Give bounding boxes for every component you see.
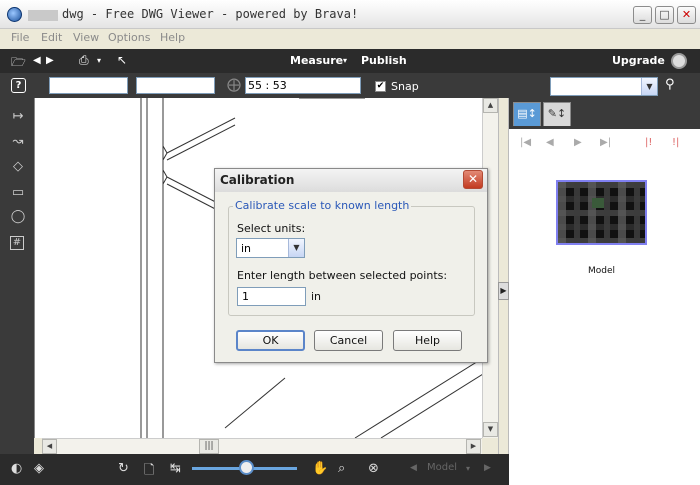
- polygon-icon[interactable]: ◇: [10, 160, 26, 174]
- layers-icon[interactable]: ◈: [34, 461, 44, 476]
- menu-edit[interactable]: Edit: [41, 31, 62, 44]
- upgrade-button[interactable]: Upgrade: [612, 54, 665, 67]
- search-icon[interactable]: ⚲: [665, 77, 675, 92]
- menu-options[interactable]: Options: [108, 31, 150, 44]
- collapse-panel-icon[interactable]: ▶: [498, 282, 509, 300]
- rectangle-icon[interactable]: ▭: [10, 186, 26, 200]
- snap-label: Snap: [391, 80, 419, 93]
- scroll-left-button[interactable]: ◀: [42, 439, 57, 454]
- measure-dropdown-icon[interactable]: ▾: [343, 56, 347, 65]
- ok-button[interactable]: OK: [236, 330, 305, 351]
- units-select[interactable]: in ▼: [236, 238, 305, 258]
- select-pointer-icon[interactable]: ↖: [117, 53, 127, 67]
- menu-view[interactable]: View: [73, 31, 99, 44]
- length-input[interactable]: [237, 287, 306, 306]
- print-dropdown-icon[interactable]: ▾: [97, 56, 101, 65]
- zoom-extents-icon[interactable]: ⊗: [368, 461, 379, 476]
- chevron-down-icon[interactable]: ▼: [288, 239, 304, 257]
- publish-button[interactable]: Publish: [361, 54, 407, 67]
- prev-markup-icon[interactable]: |!: [645, 137, 652, 148]
- first-page-icon[interactable]: |◀: [520, 137, 531, 148]
- thumbnail-detail: [592, 198, 604, 208]
- maximize-button[interactable]: □: [655, 6, 674, 24]
- measure-button[interactable]: Measure: [290, 54, 343, 67]
- filename-redacted: [28, 10, 58, 21]
- pan-hand-icon[interactable]: ✋: [312, 461, 328, 476]
- dialog-title: Calibration: [220, 173, 295, 187]
- units-value: in: [241, 242, 252, 255]
- forward-arrow-icon[interactable]: ▶: [46, 55, 54, 66]
- horizontal-scrollbar[interactable]: ◀ ||| ▶: [42, 438, 482, 454]
- title-bar: dwg - Free DWG Viewer - powered by Brava…: [0, 0, 700, 29]
- pencil-icon: ✎↕: [547, 107, 567, 120]
- last-page-icon[interactable]: ▶|: [600, 137, 611, 148]
- layout-dropdown-icon[interactable]: ▾: [466, 464, 470, 473]
- help-icon[interactable]: ?: [11, 78, 26, 93]
- fit-width-icon[interactable]: ↹: [170, 461, 181, 476]
- prev-layout-icon[interactable]: ◀: [410, 463, 417, 473]
- brava-logo-icon[interactable]: [671, 53, 687, 69]
- groupbox-legend: Calibrate scale to known length: [233, 199, 412, 212]
- left-tool-strip: ↦ ↝ ◇ ▭ ◯ #: [0, 98, 34, 454]
- scrollbar-corner: [482, 438, 498, 454]
- window-title: dwg - Free DWG Viewer - powered by Brava…: [62, 7, 359, 21]
- zoom-slider-thumb[interactable]: [238, 460, 254, 475]
- tab-pages[interactable]: ▤↕: [513, 102, 541, 126]
- minimize-button[interactable]: _: [633, 6, 652, 24]
- scroll-down-button[interactable]: ▼: [483, 422, 498, 437]
- measure-length-icon[interactable]: ↦: [10, 110, 26, 124]
- prev-page-icon[interactable]: ◀: [546, 137, 554, 148]
- next-page-icon[interactable]: ▶: [574, 137, 582, 148]
- chevron-down-icon[interactable]: ▼: [641, 78, 657, 95]
- snap-checkbox[interactable]: ✔: [375, 81, 386, 92]
- polyline-icon[interactable]: ↝: [10, 135, 26, 149]
- print-icon[interactable]: ⎙: [79, 53, 89, 68]
- page-icon[interactable]: 🗋: [144, 461, 154, 483]
- menu-file[interactable]: File: [11, 31, 29, 44]
- close-window-button[interactable]: ✕: [677, 6, 696, 24]
- circle-icon[interactable]: ◯: [10, 210, 26, 224]
- open-folder-icon[interactable]: 🗁: [11, 53, 26, 74]
- next-markup-icon[interactable]: !|: [672, 137, 679, 148]
- length-label: Enter length between selected points:: [237, 269, 448, 282]
- model-thumbnail[interactable]: [556, 180, 647, 245]
- crosshair-icon: ⨁: [227, 77, 241, 93]
- measure-field-1[interactable]: [49, 77, 128, 94]
- layout-select[interactable]: Model: [427, 462, 457, 473]
- scroll-thumb[interactable]: |||: [199, 439, 219, 454]
- units-label: Select units:: [237, 222, 306, 235]
- zoom-window-icon[interactable]: ⌕: [338, 461, 345, 476]
- scroll-up-button[interactable]: ▲: [483, 98, 498, 113]
- thumbnail-label: Model: [588, 266, 616, 276]
- menu-help[interactable]: Help: [160, 31, 185, 44]
- help-button[interactable]: Help: [393, 330, 462, 351]
- search-combo[interactable]: ▼: [550, 77, 658, 96]
- count-icon[interactable]: #: [10, 236, 24, 250]
- next-layout-icon[interactable]: ▶: [484, 463, 491, 473]
- tab-markup[interactable]: ✎↕: [543, 102, 571, 126]
- main-toolbar: 🗁 ◀ ▶ ⎙ ▾ ↖ Measure ▾ Publish Upgrade: [0, 49, 700, 73]
- pages-icon: ▤↕: [517, 107, 537, 120]
- dialog-close-button[interactable]: ✕: [463, 170, 483, 189]
- contrast-icon[interactable]: ◐: [11, 461, 22, 476]
- cancel-button[interactable]: Cancel: [314, 330, 383, 351]
- rotate-icon[interactable]: ↻: [118, 461, 129, 476]
- length-unit-label: in: [311, 290, 322, 303]
- scroll-right-button[interactable]: ▶: [466, 439, 481, 454]
- coordinates-field[interactable]: [245, 77, 361, 94]
- menu-bar: File Edit View Options Help: [0, 29, 700, 49]
- back-arrow-icon[interactable]: ◀: [33, 55, 41, 66]
- measure-field-2[interactable]: [136, 77, 215, 94]
- app-icon[interactable]: [7, 7, 22, 22]
- panel-splitter[interactable]: [498, 98, 509, 454]
